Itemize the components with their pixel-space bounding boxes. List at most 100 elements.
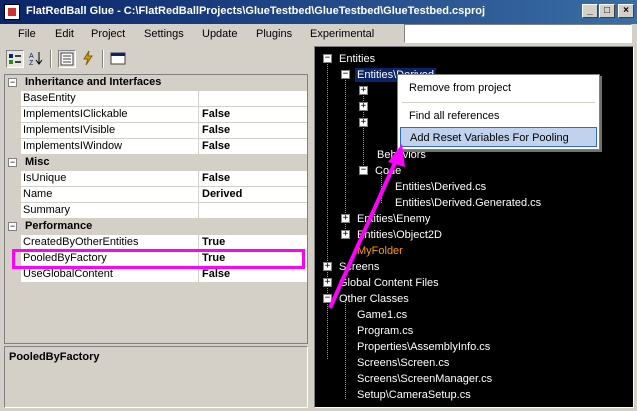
expand-icon[interactable]: + — [341, 214, 350, 223]
events-button[interactable] — [80, 50, 98, 68]
tree-node-screens[interactable]: Screens — [337, 260, 381, 274]
property-name: CreatedByOtherEntities — [23, 236, 139, 248]
column-divider — [198, 171, 199, 187]
tree-node-program[interactable]: Program.cs — [355, 324, 415, 338]
tree-node-global-content[interactable]: Global Content Files — [337, 276, 441, 290]
expand-icon[interactable]: + — [359, 118, 368, 127]
tree-line — [345, 75, 346, 235]
property-name: ImplementsIWindow — [23, 140, 123, 152]
expand-icon[interactable]: + — [341, 230, 350, 239]
row-gutter — [5, 139, 21, 155]
properties-icon — [60, 52, 74, 66]
tree-node-screen-cs[interactable]: Screens\Screen.cs — [355, 356, 451, 370]
toolbar-separator — [102, 50, 104, 68]
tree-node-derived-cs[interactable]: Entities\Derived.cs — [393, 180, 488, 194]
events-icon — [83, 50, 93, 66]
row-gutter — [5, 171, 21, 187]
tree-node-entities[interactable]: Entities — [337, 52, 377, 66]
search-input[interactable] — [404, 24, 632, 43]
category-misc[interactable]: − Misc — [5, 155, 307, 171]
property-row-baseentity[interactable]: BaseEntity — [5, 91, 307, 107]
categorized-icon — [9, 54, 21, 64]
property-value[interactable]: Derived — [202, 188, 242, 200]
tree-node-derived-generated-cs[interactable]: Entities\Derived.Generated.cs — [393, 196, 543, 210]
property-value[interactable]: False — [202, 172, 230, 184]
row-gutter — [5, 123, 21, 139]
property-row-implementsiclickable[interactable]: ImplementsIClickable False — [5, 107, 307, 123]
collapse-icon[interactable]: − — [8, 222, 17, 231]
expand-icon[interactable]: + — [359, 102, 368, 111]
alphabetical-button[interactable]: A Z — [28, 50, 46, 68]
svg-text:Z: Z — [29, 60, 34, 66]
row-gutter — [5, 91, 21, 107]
column-divider — [198, 91, 199, 107]
maximize-button[interactable]: □ — [599, 4, 615, 18]
menu-separator — [402, 102, 595, 103]
menu-item-add-reset-variables[interactable]: Add Reset Variables For Pooling — [400, 127, 597, 147]
tree-node-assemblyinfo[interactable]: Properties\AssemblyInfo.cs — [355, 340, 492, 354]
properties-button[interactable] — [58, 50, 76, 68]
tree-node-screenmanager[interactable]: Screens\ScreenManager.cs — [355, 372, 494, 386]
property-row-summary[interactable]: Summary — [5, 203, 307, 219]
property-name: Name — [23, 188, 53, 200]
menu-edit[interactable]: Edit — [55, 28, 74, 40]
expand-icon[interactable]: + — [323, 262, 332, 271]
menu-item-find-all-references[interactable]: Find all references — [400, 106, 597, 126]
expand-icon[interactable]: + — [323, 278, 332, 287]
collapse-icon[interactable]: − — [8, 78, 17, 87]
collapse-icon[interactable]: − — [359, 166, 368, 175]
menu-file[interactable]: File — [18, 28, 36, 40]
categorized-button[interactable] — [6, 50, 24, 68]
window-title: FlatRedBall Glue - C:\FlatRedBallProject… — [26, 5, 486, 17]
menu-experimental[interactable]: Experimental — [310, 28, 374, 40]
close-button[interactable]: × — [618, 4, 634, 18]
menu-item-label: Remove from project — [409, 82, 512, 94]
tree-node-behaviors[interactable]: Behaviors — [375, 148, 428, 162]
tree-node-other-classes[interactable]: Other Classes — [337, 292, 411, 306]
toolbar-separator — [50, 50, 52, 68]
property-name: BaseEntity — [23, 92, 76, 104]
property-value[interactable]: False — [202, 268, 230, 280]
collapse-icon[interactable]: − — [323, 54, 332, 63]
highlight-box — [12, 249, 305, 269]
property-row-name[interactable]: Name Derived — [5, 187, 307, 203]
category-inheritance[interactable]: − Inheritance and Interfaces — [5, 75, 307, 91]
tree-node-code[interactable]: Code — [373, 164, 403, 178]
property-row-useglobalcontent[interactable]: UseGlobalContent False — [5, 267, 307, 283]
tree-line — [345, 299, 346, 399]
property-pages-button[interactable] — [110, 50, 128, 68]
property-value[interactable]: False — [202, 140, 230, 152]
menu-plugins[interactable]: Plugins — [256, 28, 292, 40]
tree-node-myfolder[interactable]: MyFolder — [355, 244, 405, 258]
column-divider — [198, 139, 199, 155]
svg-text:A: A — [29, 53, 34, 60]
menu-update[interactable]: Update — [202, 28, 237, 40]
app-icon — [4, 4, 20, 20]
property-row-implementsivisible[interactable]: ImplementsIVisible False — [5, 123, 307, 139]
property-row-implementsiwindow[interactable]: ImplementsIWindow False — [5, 139, 307, 155]
property-value[interactable]: False — [202, 124, 230, 136]
expand-icon[interactable]: + — [359, 86, 368, 95]
tree-node-game1[interactable]: Game1.cs — [355, 308, 409, 322]
collapse-icon[interactable]: − — [323, 294, 332, 303]
description-panel: PooledByFactory — [4, 346, 308, 408]
property-value[interactable]: True — [202, 236, 225, 248]
menu-item-label: Add Reset Variables For Pooling — [410, 132, 569, 144]
tree-node-camerasetup[interactable]: Setup\CameraSetup.cs — [355, 388, 473, 402]
tree-node-enemy[interactable]: Entities\Enemy — [355, 212, 432, 226]
title-bar[interactable]: FlatRedBall Glue - C:\FlatRedBallProject… — [0, 0, 637, 24]
property-row-isunique[interactable]: IsUnique False — [5, 171, 307, 187]
property-name: IsUnique — [23, 172, 67, 184]
minimize-button[interactable]: _ — [582, 4, 598, 18]
property-name: ImplementsIClickable — [23, 108, 128, 120]
collapse-icon[interactable]: − — [341, 70, 350, 79]
tree-node-object2d[interactable]: Entities\Object2D — [355, 228, 444, 242]
sort-alpha-icon: A Z — [29, 52, 43, 67]
collapse-icon[interactable]: − — [8, 158, 17, 167]
menu-project[interactable]: Project — [91, 28, 125, 40]
menu-item-remove-from-project[interactable]: Remove from project — [400, 78, 597, 98]
category-performance[interactable]: − Performance — [5, 219, 307, 235]
property-value[interactable]: False — [202, 108, 230, 120]
menu-settings[interactable]: Settings — [144, 28, 184, 40]
category-label: Inheritance and Interfaces — [25, 76, 162, 88]
